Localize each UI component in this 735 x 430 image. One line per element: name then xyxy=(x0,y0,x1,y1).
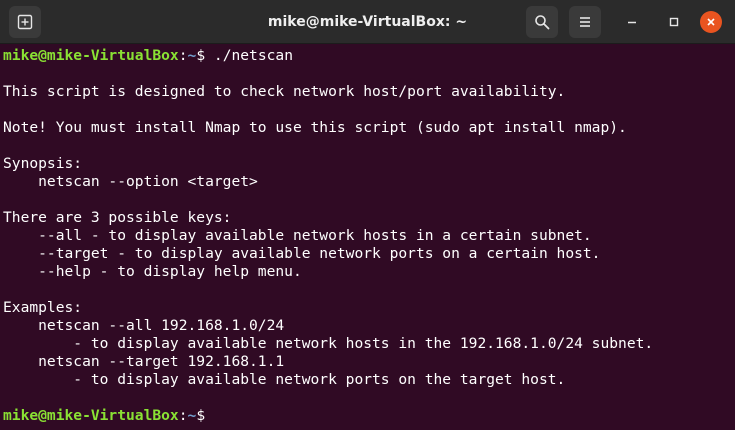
prompt-command: ./netscan xyxy=(213,47,293,64)
output-line: --target - to display available network … xyxy=(3,245,601,262)
maximize-button[interactable] xyxy=(663,11,685,33)
minimize-icon xyxy=(628,21,636,24)
new-tab-button[interactable] xyxy=(9,6,41,38)
prompt-path: ~ xyxy=(187,407,197,424)
output-line: There are 3 possible keys: xyxy=(3,209,232,226)
prompt-symbol: $ xyxy=(196,407,206,424)
output-block: This script is designed to check network… xyxy=(3,65,735,407)
output-line: This script is designed to check network… xyxy=(3,83,566,100)
output-line: netscan --target 192.168.1.1 xyxy=(3,353,285,370)
output-line: Examples: xyxy=(3,299,83,316)
close-icon xyxy=(707,18,715,26)
output-line: --help - to display help menu. xyxy=(3,263,302,280)
prompt-user-host: mike@mike-VirtualBox xyxy=(3,407,179,424)
close-button[interactable] xyxy=(700,11,722,33)
prompt-user-host: mike@mike-VirtualBox xyxy=(3,47,179,64)
prompt-line-current: mike@mike-VirtualBox:~$ xyxy=(3,407,735,425)
output-line: netscan --option <target> xyxy=(3,173,258,190)
output-line: Note! You must install Nmap to use this … xyxy=(3,119,627,136)
output-line: - to display available network ports on … xyxy=(3,371,566,388)
output-line: Synopsis: xyxy=(3,155,83,172)
output-line: netscan --all 192.168.1.0/24 xyxy=(3,317,285,334)
terminal-output[interactable]: mike@mike-VirtualBox:~$ ./netscan This s… xyxy=(0,44,735,430)
search-button[interactable] xyxy=(526,6,558,38)
menu-button[interactable] xyxy=(569,6,601,38)
maximize-icon xyxy=(669,17,679,27)
prompt-line: mike@mike-VirtualBox:~$ ./netscan xyxy=(3,47,735,65)
search-icon xyxy=(535,15,550,30)
hamburger-menu-icon xyxy=(580,17,590,27)
prompt-path: ~ xyxy=(187,47,197,64)
prompt-colon: : xyxy=(178,47,188,64)
output-line: --all - to display available network hos… xyxy=(3,227,592,244)
prompt-colon: : xyxy=(178,407,188,424)
new-tab-icon xyxy=(17,14,33,30)
terminal-window: mike@mike-VirtualBox: ~ mike@mike-Virtua… xyxy=(0,0,735,430)
output-line: - to display available network hosts in … xyxy=(3,335,654,352)
minimize-button[interactable] xyxy=(621,11,643,33)
title-bar: mike@mike-VirtualBox: ~ xyxy=(0,0,735,44)
prompt-symbol: $ xyxy=(196,47,214,64)
